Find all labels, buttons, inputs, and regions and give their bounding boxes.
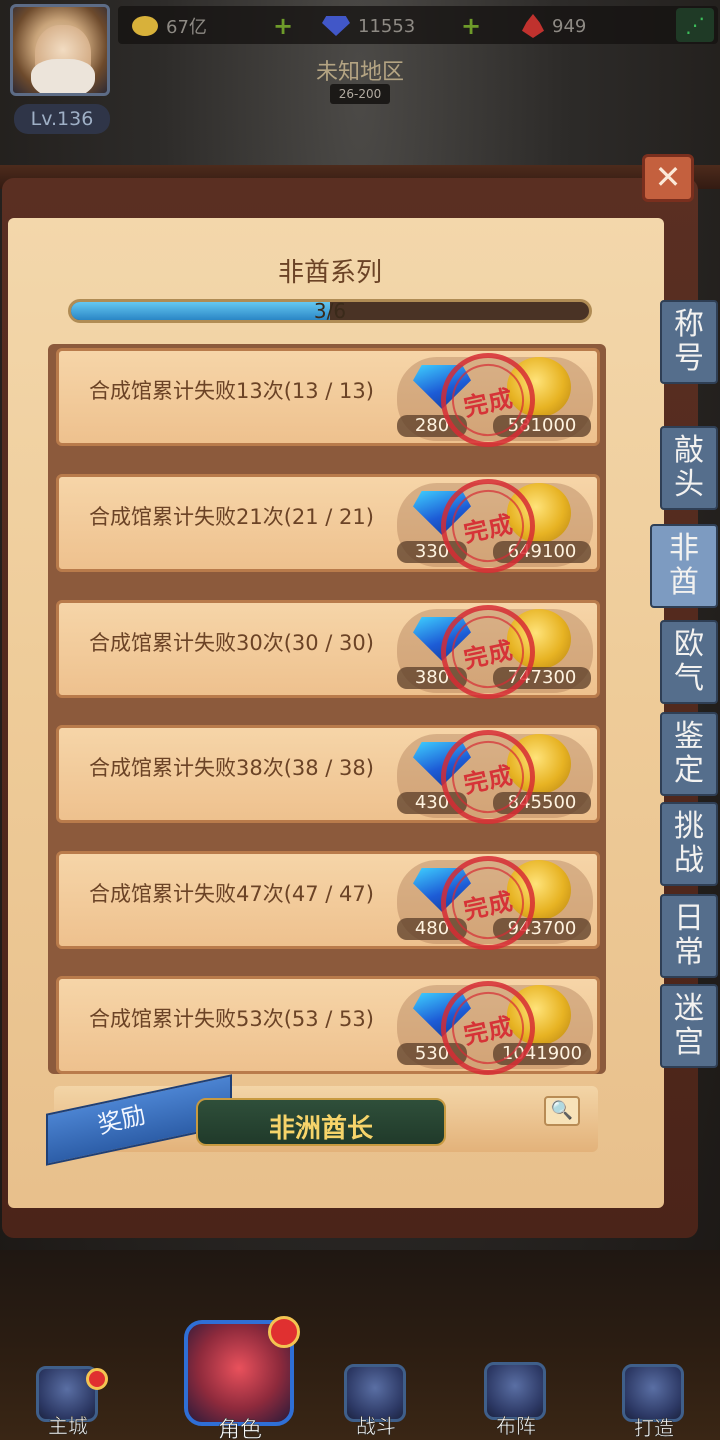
nav-label: 角色 xyxy=(217,1418,263,1440)
panel-title: 非酋系列 xyxy=(277,258,382,288)
completed-stamp-text: 完成 xyxy=(461,886,516,925)
blood-resource: 949 xyxy=(522,12,586,40)
completed-stamp-text: 完成 xyxy=(461,635,516,674)
player-avatar[interactable] xyxy=(10,4,110,96)
diamond-resource: 11553 xyxy=(322,12,415,40)
tab-label: 敲头 xyxy=(674,433,704,502)
completed-stamp-text: 完成 xyxy=(461,1011,516,1050)
title-reward-name: 非洲酋长 xyxy=(268,1114,373,1144)
tab-title[interactable]: 称号 xyxy=(660,300,718,384)
add-diamond-button[interactable]: + xyxy=(460,14,482,38)
nav-forge[interactable]: 打造 xyxy=(614,1362,694,1440)
add-gold-button[interactable]: + xyxy=(272,14,294,38)
blood-value: 949 xyxy=(552,15,587,37)
task-row[interactable]: 合成馆累计失败47次(47 / 47) 480 943700 完成 xyxy=(56,847,600,959)
magnifier-icon: 🔍 xyxy=(550,1100,574,1121)
notification-badge xyxy=(86,1368,108,1390)
completed-stamp-text: 完成 xyxy=(461,383,516,422)
tab-label: 称号 xyxy=(674,307,704,376)
task-row[interactable]: 合成馆累计失败38次(38 / 38) 430 845500 完成 xyxy=(56,721,600,833)
gold-coin-icon xyxy=(132,16,158,36)
tab-knock[interactable]: 敲头 xyxy=(660,426,718,510)
nav-label: 主城 xyxy=(48,1414,89,1439)
completed-stamp-text: 完成 xyxy=(461,509,516,548)
task-description: 合成馆累计失败30次(30 / 30) xyxy=(89,631,374,655)
tab-maze[interactable]: 迷宫 xyxy=(660,984,718,1068)
tab-unlucky[interactable]: 非酋 xyxy=(650,524,718,608)
tab-luck[interactable]: 欧气 xyxy=(660,620,718,704)
task-list[interactable] xyxy=(48,344,606,1074)
gold-value: 67亿 xyxy=(166,17,207,38)
tab-label: 日常 xyxy=(674,901,704,970)
task-description: 合成馆累计失败47次(47 / 47) xyxy=(89,882,374,906)
nav-main-city[interactable]: 主城 xyxy=(30,1366,108,1439)
tab-label: 挑战 xyxy=(674,809,704,878)
gold-resource: 67亿 xyxy=(132,12,207,40)
region-name: 未知地区 xyxy=(315,60,404,85)
player-level: Lv.136 xyxy=(14,104,110,134)
preview-button[interactable]: 🔍 xyxy=(544,1096,580,1126)
blood-drop-icon xyxy=(522,14,544,38)
nav-formation[interactable]: 布阵 xyxy=(478,1360,554,1438)
nav-label: 打造 xyxy=(634,1416,675,1440)
task-description: 合成馆累计失败53次(53 / 53) xyxy=(89,1007,374,1031)
diamond-icon xyxy=(322,16,350,36)
nav-label: 战斗 xyxy=(356,1414,397,1439)
tab-challenge[interactable]: 挑战 xyxy=(660,802,718,886)
tab-label: 迷宫 xyxy=(674,991,704,1060)
series-progress-bar: 3/6 xyxy=(68,299,592,323)
completed-stamp-text: 完成 xyxy=(461,760,516,799)
tab-label: 鉴定 xyxy=(674,719,704,788)
nav-battle[interactable]: 战斗 xyxy=(338,1362,414,1438)
diamond-value: 11553 xyxy=(358,15,416,37)
task-row[interactable]: 合成馆累计失败13次(13 / 13) 280 581000 完成 xyxy=(56,344,600,456)
avatar-beard xyxy=(31,59,95,93)
close-icon: ✕ xyxy=(654,158,682,196)
resource-bar: 67亿 + 11553 + 949 ⋰ xyxy=(118,6,718,44)
task-row[interactable]: 合成馆累计失败30次(30 / 30) 380 747300 完成 xyxy=(56,596,600,708)
tab-label: 欧气 xyxy=(674,627,704,696)
nav-label: 布阵 xyxy=(496,1414,537,1439)
progress-text: 3/6 xyxy=(313,299,347,323)
task-row[interactable]: 合成馆累计失败53次(53 / 53) 530 1041900 完成 xyxy=(56,972,600,1084)
nav-character[interactable]: 角色 xyxy=(178,1312,302,1440)
region-level-range: 26-200 xyxy=(330,84,390,104)
task-description: 合成馆累计失败21次(21 / 21) xyxy=(89,505,374,529)
close-button[interactable]: ✕ xyxy=(642,154,694,202)
task-description: 合成馆累计失败38次(38 / 38) xyxy=(89,756,374,780)
task-description: 合成馆累计失败13次(13 / 13) xyxy=(89,379,374,403)
task-row[interactable]: 合成馆累计失败21次(21 / 21) 330 649100 完成 xyxy=(56,470,600,582)
tab-daily[interactable]: 日常 xyxy=(660,894,718,978)
tab-label: 非酋 xyxy=(669,531,699,600)
share-button[interactable]: ⋰ xyxy=(676,8,714,42)
tab-appraise[interactable]: 鉴定 xyxy=(660,712,718,796)
notification-badge xyxy=(268,1316,300,1348)
share-icon: ⋰ xyxy=(685,13,705,37)
